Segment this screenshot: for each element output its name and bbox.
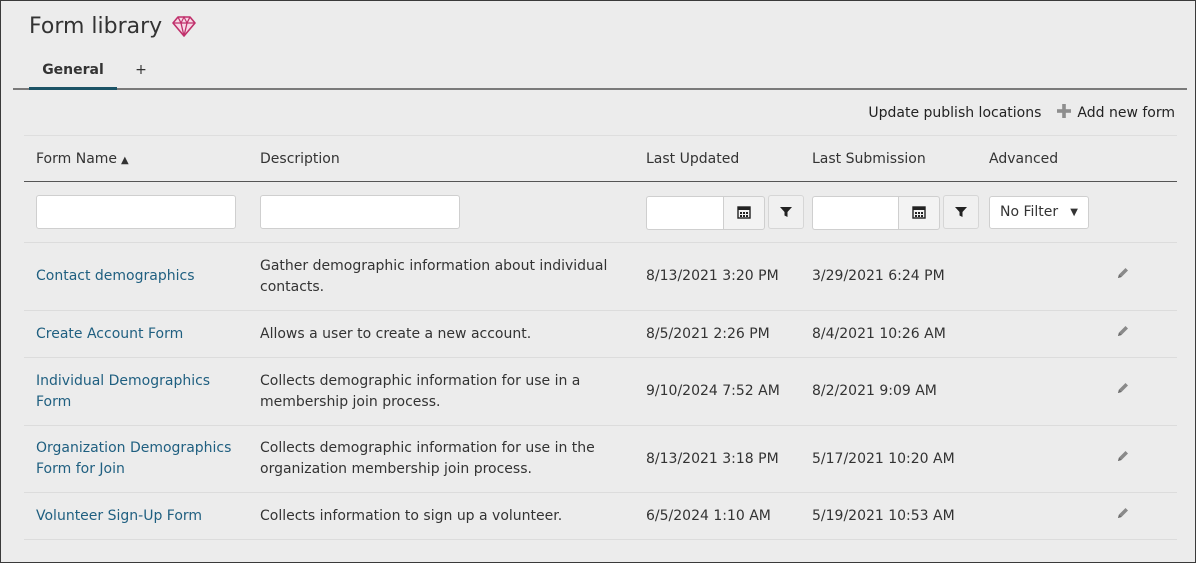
last-updated-cell: 8/13/2021 3:20 PM <box>646 268 779 284</box>
tab-general[interactable]: General <box>29 57 117 90</box>
column-header-form-name[interactable]: Form Name ▲ <box>36 136 129 184</box>
calendar-icon <box>912 204 926 223</box>
last-updated-cell: 6/5/2024 1:10 AM <box>646 507 771 524</box>
last-submission-cell: 3/29/2021 6:24 PM <box>812 268 945 284</box>
description-cell: Collects demographic information for use… <box>260 426 640 492</box>
form-name-link[interactable]: Individual Demographics Form <box>36 371 210 413</box>
last-submission-date-filter <box>812 196 940 230</box>
description-text: Allows a user to create a new account. <box>260 325 532 342</box>
edit-form-button[interactable] <box>1116 426 1130 492</box>
table-row: Individual Demographics Form Collects dem… <box>24 358 1177 426</box>
description-cell: Allows a user to create a new account. <box>260 311 640 357</box>
column-header-last-submission[interactable]: Last Submission <box>812 136 926 182</box>
update-publish-locations-button[interactable]: Update publish locations <box>868 105 1041 121</box>
pencil-icon <box>1116 506 1130 527</box>
last-submission-cell: 8/4/2021 10:26 AM <box>812 325 946 342</box>
description-cell: Collects demographic information for use… <box>260 358 640 425</box>
pencil-icon <box>1116 449 1130 470</box>
funnel-icon <box>955 203 967 222</box>
table-row: Contact demographics Gather demographic … <box>24 243 1177 311</box>
edit-form-button[interactable] <box>1116 243 1130 310</box>
gem-icon <box>172 15 197 37</box>
filter-row: No Filter ▼ <box>24 182 1177 243</box>
last-submission-cell: 5/19/2021 10:53 AM <box>812 507 955 524</box>
pencil-icon <box>1116 266 1130 287</box>
last-submission-date-input[interactable] <box>812 196 898 230</box>
forms-table: Form Name ▲ Description Last Updated Last… <box>24 135 1177 540</box>
form-name-link[interactable]: Contact demographics <box>36 266 194 287</box>
last-submission-filter-button[interactable] <box>943 195 979 229</box>
last-submission-cell: 8/2/2021 9:09 AM <box>812 383 937 399</box>
sort-ascending-icon: ▲ <box>121 155 129 166</box>
description-text: Gather demographic information about ind… <box>260 257 608 295</box>
edit-form-button[interactable] <box>1116 493 1130 539</box>
toolbar: Update publish locations Add new form <box>868 101 1175 125</box>
tab-bar: General + <box>13 57 1187 90</box>
edit-form-button[interactable] <box>1116 311 1130 357</box>
form-library-page: Form library General + Update publish lo… <box>0 0 1196 563</box>
calendar-icon <box>737 204 751 223</box>
form-name-link[interactable]: Create Account Form <box>36 324 183 345</box>
update-publish-locations-label: Update publish locations <box>868 105 1042 121</box>
column-header-last-updated[interactable]: Last Updated <box>646 136 739 182</box>
table-header: Form Name ▲ Description Last Updated Last… <box>24 136 1177 182</box>
pencil-icon <box>1116 381 1130 402</box>
description-filter-input[interactable] <box>260 195 460 229</box>
last-updated-date-input[interactable] <box>646 196 723 230</box>
form-name-cell: Organization Demographics Form for Join <box>36 426 251 492</box>
column-header-form-name-label: Form Name <box>36 151 118 167</box>
last-submission-cell: 5/17/2021 10:20 AM <box>812 450 955 467</box>
table-row: Create Account Form Allows a user to cre… <box>24 311 1177 358</box>
last-updated-cell: 8/13/2021 3:18 PM <box>646 450 779 467</box>
form-name-cell: Volunteer Sign-Up Form <box>36 493 251 539</box>
description-cell: Collects information to sign up a volunt… <box>260 493 640 539</box>
last-submission-calendar-button[interactable] <box>898 196 940 230</box>
advanced-filter-select[interactable]: No Filter ▼ <box>989 196 1089 229</box>
description-cell: Gather demographic information about ind… <box>260 243 640 310</box>
form-name-cell: Create Account Form <box>36 311 251 357</box>
description-text: Collects information to sign up a volunt… <box>260 507 563 524</box>
form-name-link[interactable]: Volunteer Sign-Up Form <box>36 506 202 527</box>
plus-icon <box>1057 104 1072 122</box>
table-row: Volunteer Sign-Up Form Collects informat… <box>24 493 1177 540</box>
table-row: Organization Demographics Form for Join C… <box>24 426 1177 493</box>
last-updated-calendar-button[interactable] <box>723 196 765 230</box>
last-updated-cell: 8/5/2021 2:26 PM <box>646 325 770 342</box>
last-updated-filter-button[interactable] <box>768 195 804 229</box>
form-name-filter-input[interactable] <box>36 195 236 229</box>
add-new-form-label: Add new form <box>1077 105 1175 121</box>
description-text: Collects demographic information for use… <box>260 440 595 477</box>
form-name-link[interactable]: Organization Demographics Form for Join <box>36 438 231 480</box>
advanced-filter-selected: No Filter <box>1000 204 1059 220</box>
title-row: Form library <box>29 11 197 41</box>
form-name-cell: Individual Demographics Form <box>36 358 251 425</box>
tab-add[interactable]: + <box>131 57 151 90</box>
form-name-cell: Contact demographics <box>36 243 251 310</box>
last-updated-date-filter <box>646 196 765 230</box>
description-text: Collects demographic information for use… <box>260 372 581 410</box>
column-header-advanced[interactable]: Advanced <box>989 136 1058 182</box>
add-new-form-button[interactable]: Add new form <box>1057 104 1175 122</box>
page-title: Form library <box>29 13 163 39</box>
funnel-icon <box>780 203 792 222</box>
last-updated-cell: 9/10/2024 7:52 AM <box>646 383 780 399</box>
pencil-icon <box>1116 324 1130 345</box>
edit-form-button[interactable] <box>1116 358 1130 425</box>
caret-down-icon: ▼ <box>1070 207 1078 218</box>
column-header-description[interactable]: Description <box>260 136 340 182</box>
